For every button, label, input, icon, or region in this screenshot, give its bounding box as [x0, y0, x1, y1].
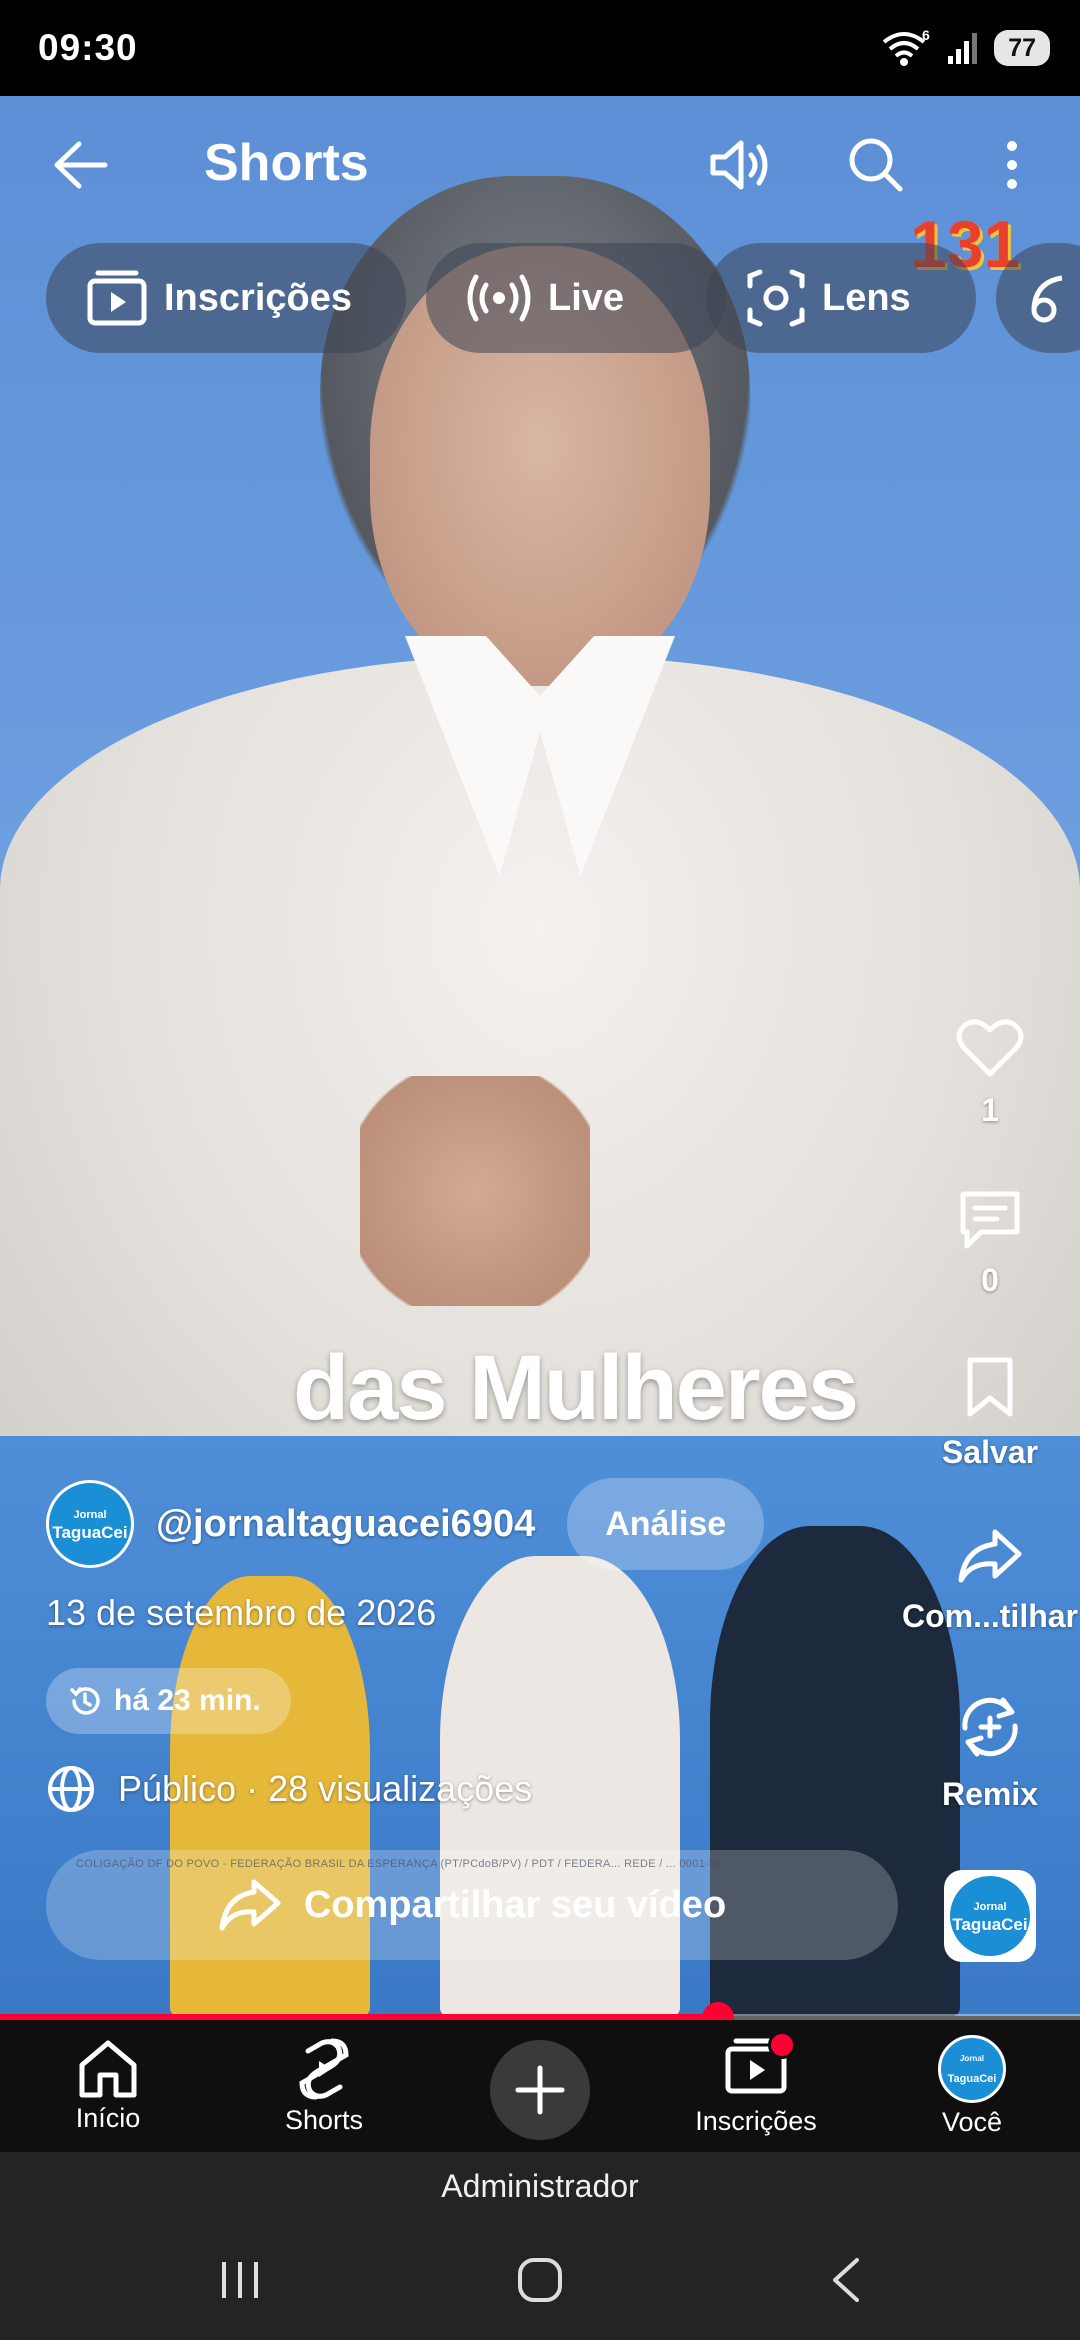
privacy-views-row: Público · 28 visualizações	[46, 1764, 532, 1814]
save-label: Salvar	[941, 1434, 1039, 1470]
share-label: Com...tilhar	[901, 1598, 1078, 1634]
status-time: 09:30	[38, 27, 138, 68]
heart-icon	[956, 1019, 1024, 1077]
analise-button[interactable]: Análise	[567, 1478, 765, 1570]
upload-date: 13 de setembro de 2026	[46, 1592, 437, 1633]
system-navigation-bar	[0, 2220, 1080, 2340]
home-icon	[79, 2040, 137, 2097]
home-system-button[interactable]	[500, 2250, 580, 2310]
nav-subscriptions-label: Inscrições	[695, 2106, 817, 2136]
signal-icon	[948, 33, 978, 64]
video-subject-hands	[360, 1076, 590, 1306]
remix-label: Remix	[941, 1776, 1039, 1812]
chip-live-label: Live	[548, 276, 625, 319]
nav-home-label: Início	[75, 2102, 141, 2133]
history-icon	[70, 1687, 100, 1715]
search-button[interactable]	[836, 120, 916, 210]
subscriptions-icon-wrap	[724, 2031, 796, 2102]
admin-label: Administrador	[441, 2167, 639, 2204]
share-icon	[958, 1529, 1022, 1583]
channel-avatar[interactable]: Jornal TaguaCei	[46, 1480, 134, 1568]
recent-apps-button[interactable]	[200, 2250, 280, 2310]
battery-indicator: 77	[994, 30, 1050, 66]
save-button[interactable]: Salvar	[905, 1356, 1075, 1471]
more-options-button[interactable]	[984, 120, 1040, 210]
avatar-text-top: Jornal	[73, 1509, 107, 1521]
wifi-icon: 6	[882, 28, 930, 66]
back-arrow-icon	[54, 141, 108, 189]
channel-row: Jornal TaguaCei @jornaltaguacei6904 Análi…	[46, 1478, 765, 1570]
back-system-button[interactable]	[805, 2250, 885, 2310]
you-avatar-top: Jornal	[959, 2053, 984, 2063]
you-avatar-bottom: TaguaCei	[947, 2072, 997, 2085]
comment-icon	[960, 1191, 1020, 1249]
recent-apps-icon	[222, 2262, 258, 2298]
volume-icon	[710, 140, 768, 190]
time-ago-text: há 23 min.	[114, 1684, 261, 1717]
share-your-video-button[interactable]: Compartilhar seu vídeo	[46, 1850, 898, 1960]
page-title: Shorts	[204, 134, 369, 192]
avatar-text-bottom: TaguaCei	[52, 1523, 128, 1542]
nav-shorts[interactable]: Shorts	[224, 2020, 424, 2152]
remix-icon	[962, 1697, 1018, 1757]
like-button[interactable]: 1	[905, 1016, 1075, 1129]
nav-subscriptions[interactable]: Inscrições	[656, 2020, 856, 2152]
notification-dot	[768, 2031, 796, 2059]
chip-subscriptions[interactable]: Inscrições	[46, 243, 406, 353]
chip-live[interactable]: Live	[426, 243, 726, 353]
comments-button[interactable]: 0	[905, 1188, 1075, 1299]
wifi-label: 6	[922, 28, 930, 43]
share-arrow-icon	[219, 1879, 281, 1931]
shorts-icon	[299, 2038, 349, 2099]
home-system-icon	[518, 2258, 562, 2302]
back-system-icon	[833, 2258, 859, 2302]
privacy-views-text: Público · 28 visualizações	[118, 1768, 533, 1809]
admin-bar: Administrador	[0, 2152, 1080, 2220]
remix-button[interactable]: Remix	[905, 1692, 1075, 1813]
subscriptions-icon	[87, 270, 147, 326]
nav-you[interactable]: Jornal TaguaCei Você	[872, 2020, 1072, 2152]
sound-source-avatar[interactable]: Jornal TaguaCei	[944, 1870, 1036, 1962]
chip-lens[interactable]: Lens	[706, 243, 976, 353]
back-button[interactable]	[40, 120, 120, 210]
sound-avatar-bottom: TaguaCei	[952, 1915, 1028, 1934]
comment-count: 0	[981, 1262, 999, 1298]
nav-shorts-label: Shorts	[284, 2104, 364, 2135]
music-icon	[1031, 275, 1063, 323]
chip-subscriptions-label: Inscrições	[164, 276, 352, 319]
more-vertical-icon	[1007, 141, 1017, 189]
you-avatar: Jornal TaguaCei	[938, 2034, 1006, 2103]
channel-handle[interactable]: @jornaltaguacei6904	[156, 1503, 535, 1546]
chip-lens-label: Lens	[822, 276, 911, 319]
search-icon	[849, 138, 903, 192]
sound-avatar-top: Jornal	[973, 1901, 1007, 1913]
bottom-navigation: Início Shorts Inscrições Jornal TaguaCei …	[0, 2020, 1080, 2152]
live-icon	[467, 274, 531, 322]
bookmark-icon	[967, 1357, 1013, 1417]
create-button[interactable]	[490, 2040, 590, 2140]
status-bar: 09:30 6 77	[0, 0, 1080, 96]
nav-you-label: Você	[941, 2106, 1003, 2137]
share-button[interactable]: Com...tilhar	[895, 1528, 1080, 1635]
status-icons: 6 77	[880, 28, 1050, 68]
volume-button[interactable]	[700, 120, 780, 210]
time-ago-pill: há 23 min.	[46, 1668, 291, 1734]
like-count: 1	[981, 1092, 999, 1128]
nav-home[interactable]: Início	[8, 2020, 208, 2152]
globe-icon	[48, 1766, 94, 1812]
plus-icon	[515, 2065, 565, 2115]
lens-icon	[747, 269, 805, 327]
share-your-video-label: Compartilhar seu vídeo	[303, 1883, 727, 1926]
sound-avatar-logo: Jornal TaguaCei	[950, 1876, 1030, 1956]
